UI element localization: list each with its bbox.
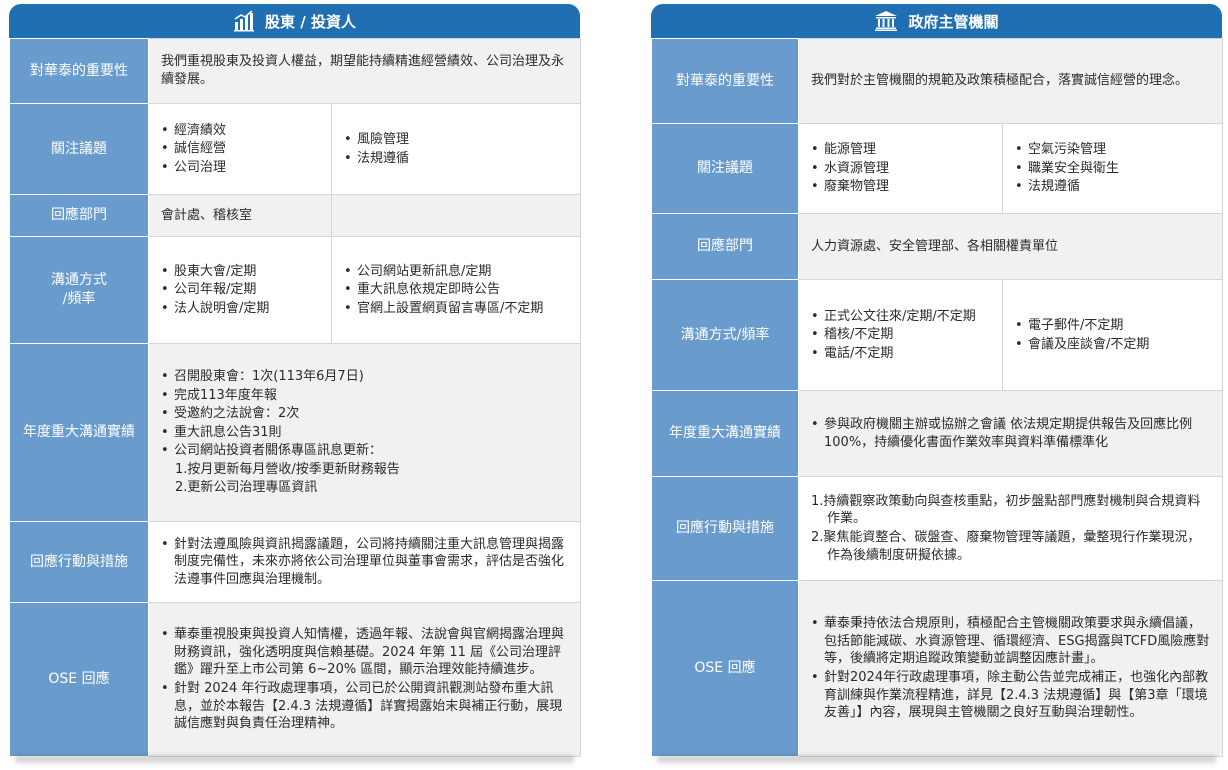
chart-icon (233, 10, 255, 32)
list-item: 法規遵循 (344, 150, 568, 168)
list-item: 電子郵件/不定期 (1015, 317, 1210, 335)
government-table: 對華泰的重要性 我們對於主管機關的規範及政策積極配合，落實誠信經營的理念。 關注… (651, 38, 1224, 757)
list-item: 稽核/不定期 (811, 326, 990, 344)
row-topics: 關注議題 能源管理 水資源管理 廢棄物管理 空氣污染管理 職業安全與衛生 法規遵… (651, 123, 1224, 214)
list-item: 公司年報/定期 (161, 281, 319, 299)
importance-text: 我們對於主管機關的規範及政策積極配合，落實誠信經營的理念。 (797, 38, 1224, 124)
row-label: 年度重大溝通實績 (651, 390, 799, 477)
shareholder-table: 對華泰的重要性 我們重視股東及投資人權益，期望能持續精進經營績效、公司治理及永續… (9, 38, 582, 757)
channel-label-line1: 溝通方式 (51, 272, 107, 289)
annual-content: 參與政府機關主辦或協辦之會議 依法規定期提供報告及回應比例100%，持續優化書面… (797, 390, 1224, 477)
row-annual: 年度重大溝通實績 參與政府機關主辦或協辦之會議 依法規定期提供報告及回應比例10… (651, 390, 1224, 477)
row-label: 關注議題 (9, 103, 149, 195)
row-ose: OSE 回應 華泰重視股東與投資人知情權，透過年報、法說會與官網揭露治理與財務資… (9, 602, 582, 757)
topics-col2: 風險管理 法規遵循 (330, 103, 582, 195)
shareholder-card: 股東 / 投資人 對華泰的重要性 我們重視股東及投資人權益，期望能持續精進經營績… (9, 4, 582, 757)
row-label: 溝通方式 /頻率 (9, 236, 149, 344)
row-label: 回應部門 (9, 194, 149, 237)
sub-item: 1.按月更新每月營收/按季更新財務報告 (175, 461, 400, 477)
list-item: 廢棄物管理 (811, 178, 990, 196)
channel-col1: 正式公文往來/定期/不定期 稽核/不定期 電話/不定期 (798, 279, 1003, 391)
row-channel: 溝通方式/頻率 正式公文往來/定期/不定期 稽核/不定期 電話/不定期 電子郵件… (651, 279, 1224, 391)
row-topics: 關注議題 經濟績效 誠信經營 公司治理 風險管理 法規遵循 (9, 103, 582, 195)
annual-content: 召開股東會：1次(113年6月7日) 完成113年度年報 受邀約之法說會：2次 … (147, 343, 582, 522)
row-channel: 溝通方式 /頻率 股東大會/定期 公司年報/定期 法人說明會/定期 公司網站更新… (9, 236, 582, 344)
list-item: 針對 2024 年行政處理事項，公司已於公開資訊觀測站發布重大訊息，並於本報告【… (161, 680, 568, 733)
shareholder-card-header: 股東 / 投資人 (9, 4, 580, 38)
row-action: 回應行動與措施 針對法遵風險與資訊揭露議題，公司將持續關注重大訊息管理與揭露制度… (9, 521, 582, 603)
row-label: 回應行動與措施 (651, 476, 799, 581)
government-card: 政府主管機關 對華泰的重要性 我們對於主管機關的規範及政策積極配合，落實誠信經營… (651, 4, 1224, 757)
list-item: 受邀約之法說會：2次 (161, 405, 568, 423)
topics-col2: 空氣污染管理 職業安全與衛生 法規遵循 (1001, 123, 1224, 214)
topics-col1: 經濟績效 誠信經營 公司治理 (148, 103, 332, 195)
government-card-title: 政府主管機關 (908, 12, 999, 31)
row-importance: 對華泰的重要性 我們對於主管機關的規範及政策積極配合，落實誠信經營的理念。 (651, 38, 1224, 124)
list-item: 會議及座談會/不定期 (1015, 336, 1210, 354)
list-item: 誠信經營 (161, 140, 319, 158)
row-dept: 回應部門 會計處、稽核室 (9, 194, 582, 237)
list-item: 職業安全與衛生 (1015, 160, 1210, 178)
list-item: 參與政府機關主辦或協辦之會議 依法規定期提供報告及回應比例100%，持續優化書面… (811, 416, 1210, 451)
list-item: 2.聚焦能資整合、碳盤查、廢棄物管理等議題，彙整現行作業現況，作為後續制度研擬依… (811, 530, 1201, 563)
list-item: 針對法遵風險與資訊揭露議題，公司將持續關注重大訊息管理與揭露制度完備性，未來亦將… (161, 536, 568, 589)
government-card-header: 政府主管機關 (651, 4, 1222, 38)
government-building-icon (874, 10, 898, 32)
list-item: 風險管理 (344, 131, 568, 149)
list-item: 公司網站投資者關係專區訊息更新： (161, 442, 568, 460)
list-item: 針對2024年行政處理事項，除主動公告並完成補正，也強化內部教育訓練與作業流程精… (811, 669, 1210, 722)
list-item: 法規遵循 (1015, 178, 1210, 196)
list-item: 重大訊息公告31則 (161, 424, 568, 442)
row-label: 對華泰的重要性 (651, 38, 799, 124)
list-item: 重大訊息依規定即時公告 (344, 281, 568, 299)
list-item: 公司網站更新訊息/定期 (344, 263, 568, 281)
row-label: 關注議題 (651, 123, 799, 214)
action-content: 針對法遵風險與資訊揭露議題，公司將持續關注重大訊息管理與揭露制度完備性，未來亦將… (147, 521, 582, 603)
ose-content: 華泰秉持依法合規原則，積極配合主管機關政策要求與永續倡議，包括節能減碳、水資源管… (797, 580, 1224, 757)
row-label: 回應行動與措施 (9, 521, 149, 603)
channel-col2: 公司網站更新訊息/定期 重大訊息依規定即時公告 官網上設置網頁留言專區/不定期 (330, 236, 582, 344)
row-label: 年度重大溝通實績 (9, 343, 149, 522)
list-item: 公司治理 (161, 159, 319, 177)
row-label: 回應部門 (651, 213, 799, 280)
channel-col2: 電子郵件/不定期 會議及座談會/不定期 (1001, 279, 1224, 391)
list-item: 召開股東會：1次(113年6月7日) (161, 368, 568, 386)
list-item: 正式公文往來/定期/不定期 (811, 308, 990, 326)
row-dept: 回應部門 人力資源處、安全管理部、各相關權責單位 (651, 213, 1224, 280)
list-item: 水資源管理 (811, 160, 990, 178)
ose-content: 華泰重視股東與投資人知情權，透過年報、法說會與官網揭露治理與財務資訊，強化透明度… (147, 602, 582, 757)
list-item: 能源管理 (811, 141, 990, 159)
list-item: 1.持續觀察政策動向與查核重點，初步盤點部門應對機制與合規資料作業。 (811, 493, 1201, 527)
list-item: 空氣污染管理 (1015, 141, 1210, 159)
row-importance: 對華泰的重要性 我們重視股東及投資人權益，期望能持續精進經營績效、公司治理及永續… (9, 38, 582, 104)
list-item: 華泰秉持依法合規原則，積極配合主管機關政策要求與永續倡議，包括節能減碳、水資源管… (811, 615, 1210, 668)
list-item: 華泰重視股東與投資人知情權，透過年報、法說會與官網揭露治理與財務資訊，強化透明度… (161, 626, 568, 679)
list-item: 完成113年度年報 (161, 387, 568, 405)
list-item: 經濟績效 (161, 122, 319, 140)
row-annual: 年度重大溝通實績 召開股東會：1次(113年6月7日) 完成113年度年報 受邀… (9, 343, 582, 522)
dept-text: 會計處、稽核室 (148, 194, 332, 237)
row-label: 對華泰的重要性 (9, 38, 149, 104)
dept-empty (330, 194, 582, 237)
dept-text: 人力資源處、安全管理部、各相關權責單位 (797, 213, 1224, 280)
action-content: 1.持續觀察政策動向與查核重點，初步盤點部門應對機制與合規資料作業。 2.聚焦能… (797, 476, 1224, 581)
row-label: OSE 回應 (651, 580, 799, 757)
channel-label-line2: /頻率 (62, 291, 96, 307)
shareholder-card-title: 股東 / 投資人 (265, 12, 356, 31)
list-item: 電話/不定期 (811, 345, 990, 363)
topics-col1: 能源管理 水資源管理 廢棄物管理 (798, 123, 1003, 214)
row-label: OSE 回應 (9, 602, 149, 757)
sub-item: 2.更新公司治理專區資訊 (175, 480, 318, 496)
list-item: 官網上設置網頁留言專區/不定期 (344, 300, 568, 318)
row-ose: OSE 回應 華泰秉持依法合規原則，積極配合主管機關政策要求與永續倡議，包括節能… (651, 580, 1224, 757)
list-item: 法人說明會/定期 (161, 300, 319, 318)
row-action: 回應行動與措施 1.持續觀察政策動向與查核重點，初步盤點部門應對機制與合規資料作… (651, 476, 1224, 581)
annual-subitems: 1.按月更新每月營收/按季更新財務報告 2.更新公司治理專區資訊 (161, 461, 568, 497)
list-item: 股東大會/定期 (161, 263, 319, 281)
importance-text: 我們重視股東及投資人權益，期望能持續精進經營績效、公司治理及永續發展。 (147, 38, 582, 104)
channel-col1: 股東大會/定期 公司年報/定期 法人說明會/定期 (148, 236, 332, 344)
row-label: 溝通方式/頻率 (651, 279, 799, 391)
